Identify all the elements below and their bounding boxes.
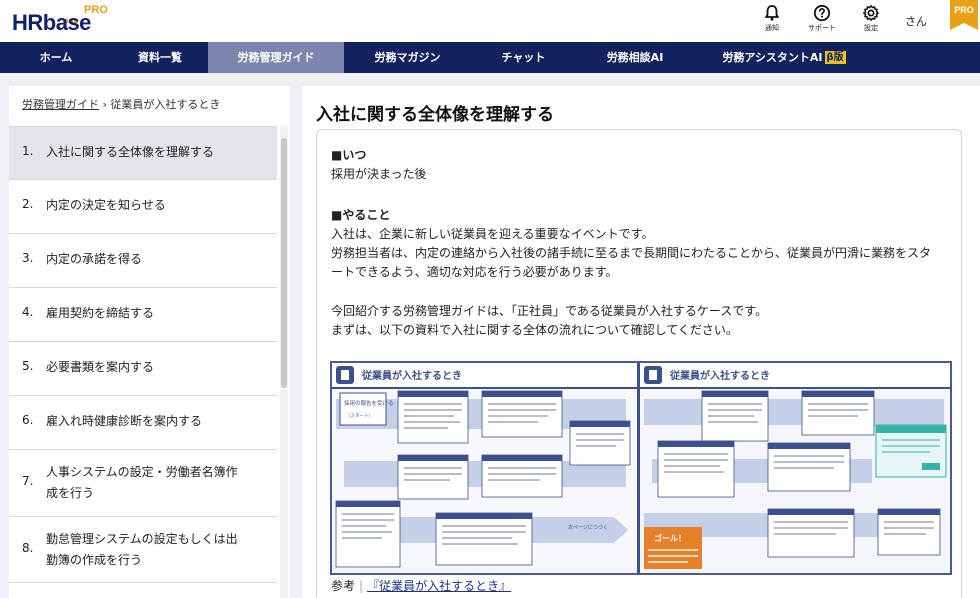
- breadcrumb-current: 従業員が入社するとき: [110, 98, 221, 111]
- logo-pro-text: PRO: [84, 4, 108, 16]
- onboarding-flow-diagram[interactable]: 従業員が入社するとき 採用の報告を受ける （スタート） 次ページにつづく 従業員…: [330, 361, 952, 575]
- when-text: 採用が決まった後: [331, 167, 427, 181]
- toc-label: 入社に関する全体像を理解する: [46, 145, 215, 159]
- breadcrumb: 労務管理ガイド › 従業員が入社するとき: [22, 96, 220, 112]
- nav-home[interactable]: ホーム: [0, 42, 112, 73]
- reference-label: 参考: [331, 579, 356, 593]
- toc-item-8[interactable]: 8. 勤怠管理システムの設定もしくは出 勤簿の作成を行う: [9, 516, 277, 583]
- page-title: 入社に関する全体像を理解する: [316, 105, 554, 125]
- toc-label: 内定の承諾を得る: [46, 252, 143, 266]
- nav-assistant-ai-label: 労務アシスタントAI: [722, 51, 823, 64]
- toc-item-6[interactable]: 6. 雇入れ時健康診断を案内する: [9, 395, 277, 449]
- user-name[interactable]: さん: [905, 13, 927, 29]
- what-heading: ■やること: [331, 208, 391, 222]
- nav-chat[interactable]: チャット: [471, 42, 576, 73]
- goal-label: ゴール！: [654, 533, 686, 543]
- beta-badge: β版: [824, 51, 846, 64]
- toc-number: 5.: [22, 359, 34, 373]
- top-bar: HRbase PRO 通知 サポート 設定 さん PRO: [0, 0, 980, 42]
- logo-text: HRbase: [12, 10, 91, 35]
- toc-number: 8.: [22, 541, 34, 555]
- nav-documents-label: 資料一覧: [138, 51, 182, 64]
- toc-label: 必要書類を案内する: [46, 360, 155, 374]
- toc-label: 雇入れ時健康診断を案内する: [46, 414, 203, 428]
- nav-labor-guide-label: 労務管理ガイド: [237, 51, 315, 64]
- support-label: サポート: [808, 24, 836, 32]
- next-page-label: 次ページにつづく: [568, 524, 608, 531]
- nav-chat-label: チャット: [501, 51, 546, 64]
- sidebar-scrollbar[interactable]: [280, 126, 288, 598]
- notifications-button[interactable]: 通知: [752, 4, 792, 38]
- toc-item-4[interactable]: 4. 雇用契約を締結する: [9, 287, 277, 341]
- nav-labor-guide[interactable]: 労務管理ガイド: [208, 42, 344, 73]
- nav-consult-ai-label: 労務相談AI: [606, 51, 664, 64]
- toc-number: 3.: [22, 251, 34, 265]
- start-label: 採用の報告を受ける: [344, 399, 394, 407]
- nav-magazine[interactable]: 労務マガジン: [344, 42, 471, 73]
- nav-assistant-ai[interactable]: 労務アシスタントAI β版: [694, 42, 874, 73]
- toc-item-7[interactable]: 7. 人事システムの設定・労働者名簿作 成を行う: [9, 449, 277, 516]
- help-icon: [813, 4, 831, 22]
- reference-link[interactable]: 『従業員が入社するとき』: [367, 579, 511, 593]
- pro-badge: PRO: [950, 0, 978, 30]
- toc-label: 人事システムの設定・労働者名簿作 成を行う: [46, 465, 238, 500]
- support-button[interactable]: サポート: [802, 4, 842, 38]
- main-content: 入社に関する全体像を理解する ■いつ 採用が決まった後 ■やること 入社は、企業…: [302, 86, 980, 598]
- nav-documents[interactable]: 資料一覧: [112, 42, 208, 73]
- toc-number: 1.: [22, 144, 34, 158]
- start-sub-label: （スタート）: [346, 412, 373, 419]
- breadcrumb-separator: ›: [102, 98, 107, 111]
- bell-icon: [765, 5, 779, 21]
- toc-number: 6.: [22, 413, 34, 427]
- settings-label: 設定: [864, 24, 878, 32]
- toc-list: 1. 入社に関する全体像を理解する 2. 内定の決定を知らせる 3. 内定の承諾…: [9, 126, 277, 583]
- reference-line: 参考 | 『従業員が入社するとき』: [331, 577, 511, 594]
- toc-item-2[interactable]: 2. 内定の決定を知らせる: [9, 179, 277, 233]
- guide-text-2: まずは、以下の資料で入社に関する全体の流れについて確認してください。: [331, 323, 738, 337]
- nav-home-label: ホーム: [39, 51, 73, 64]
- settings-button[interactable]: 設定: [851, 4, 891, 38]
- panel-title-left: 従業員が入社するとき: [361, 369, 462, 382]
- pro-badge-text: PRO: [954, 5, 974, 15]
- toc-item-1[interactable]: 1. 入社に関する全体像を理解する: [9, 126, 277, 179]
- toc-item-5[interactable]: 5. 必要書類を案内する: [9, 341, 277, 395]
- main-nav: ホーム 資料一覧 労務管理ガイド 労務マガジン チャット 労務相談AI 労務アシ…: [0, 42, 980, 73]
- what-text-3: ートできるよう、適切な対応を行う必要があります。: [331, 265, 618, 279]
- breadcrumb-root-link[interactable]: 労務管理ガイド: [22, 98, 99, 111]
- toc-label: 内定の決定を知らせる: [46, 198, 166, 212]
- nav-consult-ai[interactable]: 労務相談AI: [576, 42, 694, 73]
- toc-number: 7.: [22, 474, 34, 488]
- gear-icon: [863, 5, 879, 21]
- what-text-1: 入社は、企業に新しい従業員を迎える重要なイベントです。: [331, 227, 654, 241]
- what-text-2: 労務担当者は、内定の連絡から入社後の諸手続に至るまで長期間にわたることから、従業…: [331, 246, 932, 260]
- nav-magazine-label: 労務マガジン: [374, 51, 441, 64]
- toc-number: 2.: [22, 197, 34, 211]
- sidebar: 労務管理ガイド › 従業員が入社するとき 1. 入社に関する全体像を理解する 2…: [9, 86, 290, 598]
- panel-title-right: 従業員が入社するとき: [669, 369, 770, 382]
- toc-label: 勤怠管理システムの設定もしくは出 勤簿の作成を行う: [46, 532, 238, 567]
- content-box: ■いつ 採用が決まった後 ■やること 入社は、企業に新しい従業員を迎える重要なイ…: [316, 129, 962, 598]
- reference-separator: |: [359, 579, 364, 593]
- toc-number: 4.: [22, 305, 34, 319]
- guide-text-1: 今回紹介する労務管理ガイドは、「正社員」である従業員が入社するケースです。: [331, 304, 768, 318]
- when-heading: ■いつ: [331, 148, 367, 162]
- flow-diagram-graphic: 従業員が入社するとき 採用の報告を受ける （スタート） 次ページにつづく 従業員…: [332, 363, 950, 573]
- toc-item-3[interactable]: 3. 内定の承諾を得る: [9, 233, 277, 287]
- notifications-label: 通知: [765, 24, 779, 32]
- toc-label: 雇用契約を締結する: [46, 306, 155, 320]
- sidebar-scrollbar-thumb[interactable]: [281, 138, 287, 388]
